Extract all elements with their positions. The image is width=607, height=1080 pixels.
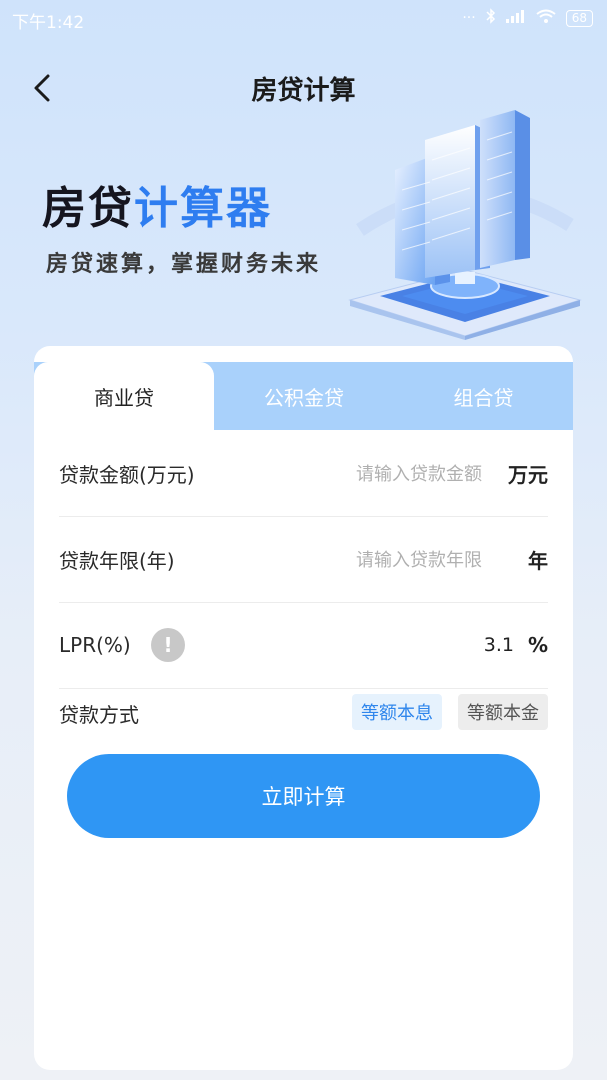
status-icons: ··· 68 xyxy=(462,8,593,28)
repayment-method-row: 贷款方式 等额本息 等额本金 xyxy=(59,678,548,748)
status-bar: 下午1:42 ··· 68 xyxy=(0,0,607,38)
lpr-value[interactable]: 3.1 xyxy=(484,602,514,688)
banner-title: 房贷计算器 xyxy=(42,172,272,236)
lpr-unit: % xyxy=(527,633,548,657)
banner-title-part2: 计算器 xyxy=(134,183,272,234)
loan-term-label: 贷款年限(年) xyxy=(59,548,175,573)
loan-amount-row: 贷款金额(万元) 万元 xyxy=(59,430,548,517)
tab-combined-loan[interactable]: 组合贷 xyxy=(394,362,573,430)
calculate-button[interactable]: 立即计算 xyxy=(67,754,540,838)
lpr-label: LPR(%) xyxy=(59,633,131,657)
loan-amount-unit: 万元 xyxy=(508,462,548,487)
loan-type-tabs: 商业贷 公积金贷 组合贷 xyxy=(34,362,573,430)
loan-term-input[interactable] xyxy=(280,544,484,576)
loan-term-unit: 年 xyxy=(528,548,548,573)
wifi-icon xyxy=(536,9,556,27)
tab-commercial-loan[interactable]: 商业贷 xyxy=(34,362,214,430)
calculator-card: 商业贷 公积金贷 组合贷 贷款金额(万元) 万元 贷款年限(年) 年 LPR(%… xyxy=(34,346,573,1070)
signal-icon xyxy=(505,9,526,27)
loan-amount-input[interactable] xyxy=(280,458,484,490)
status-time: 下午1:42 xyxy=(12,13,85,33)
option-equal-principal[interactable]: 等额本金 xyxy=(458,694,548,730)
option-equal-installment[interactable]: 等额本息 xyxy=(352,694,442,730)
building-illustration xyxy=(348,110,582,340)
loan-amount-label: 贷款金额(万元) xyxy=(59,462,195,487)
banner-title-part1: 房贷 xyxy=(42,183,134,234)
info-icon[interactable]: ! xyxy=(151,628,185,662)
banner-subtitle: 房贷速算，掌握财务未来 xyxy=(46,251,322,277)
battery-icon: 68 xyxy=(565,9,593,27)
more-dots-icon: ··· xyxy=(462,10,476,26)
lpr-row: LPR(%) ! 3.1 % xyxy=(59,602,548,689)
tab-housing-fund-loan[interactable]: 公积金贷 xyxy=(214,362,394,430)
repayment-method-label: 贷款方式 xyxy=(59,702,139,727)
bluetooth-icon xyxy=(486,8,496,28)
loan-term-row: 贷款年限(年) 年 xyxy=(59,516,548,603)
